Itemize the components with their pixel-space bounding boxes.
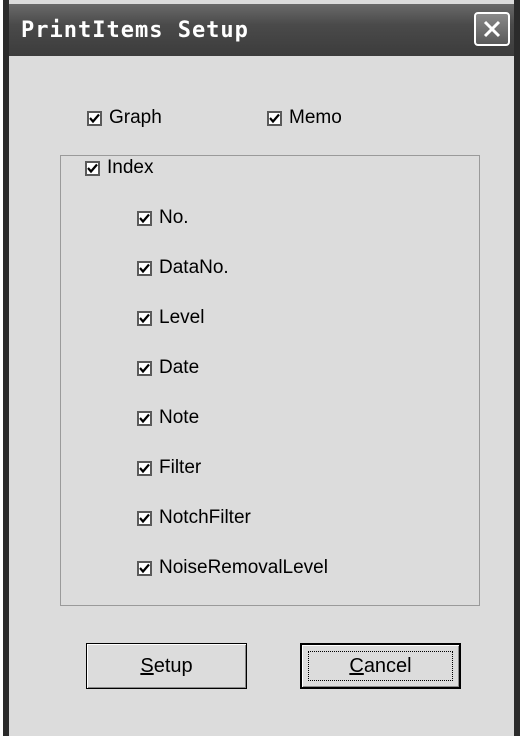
index-item-label: No. <box>159 207 189 228</box>
checkmark-icon <box>139 213 150 223</box>
checkmark-icon <box>139 463 150 473</box>
index-checkbox[interactable]: Index <box>85 157 160 179</box>
index-item-label: Date <box>159 357 200 378</box>
index-item-label: Level <box>159 307 205 328</box>
checkmark-icon <box>139 513 150 523</box>
checkmark-icon <box>139 263 150 273</box>
index-item-checkbox[interactable]: No. <box>137 207 189 229</box>
level-check-box[interactable] <box>137 310 152 326</box>
noiseremovallevel-check-box[interactable] <box>137 560 152 576</box>
index-item-checkbox[interactable]: Filter <box>137 457 202 479</box>
setup-button-label: Setup <box>140 655 192 678</box>
graph-label: Graph <box>109 107 162 128</box>
note-check-box[interactable] <box>137 410 152 426</box>
index-check-box[interactable] <box>85 160 100 176</box>
graph-checkbox[interactable]: Graph <box>87 107 162 129</box>
checkmark-icon <box>139 413 150 423</box>
checkmark-icon <box>139 313 150 323</box>
memo-label: Memo <box>289 107 342 128</box>
index-item-label: Note <box>159 407 200 428</box>
notchfilter-check-box[interactable] <box>137 510 152 526</box>
index-item-checkbox[interactable]: Note <box>137 407 200 429</box>
checkmark-icon <box>87 163 98 173</box>
focus-rectangle <box>308 651 453 681</box>
index-item-checkbox[interactable]: Level <box>137 307 205 329</box>
index-item-checkbox[interactable]: Date <box>137 357 200 379</box>
close-icon <box>483 20 501 38</box>
datano-check-box[interactable] <box>137 260 152 276</box>
index-item-checkbox[interactable]: DataNo. <box>137 257 229 279</box>
window-title: PrintItems Setup <box>21 18 249 43</box>
index-item-label: Filter <box>159 457 202 478</box>
date-check-box[interactable] <box>137 360 152 376</box>
index-group-box <box>60 155 480 606</box>
filter-check-box[interactable] <box>137 460 152 476</box>
memo-check-box[interactable] <box>267 110 282 126</box>
index-item-label: DataNo. <box>159 257 229 278</box>
index-item-checkbox[interactable]: NoiseRemovalLevel <box>137 557 328 579</box>
no-check-box[interactable] <box>137 210 152 226</box>
checkmark-icon <box>269 113 280 123</box>
close-button[interactable] <box>474 12 510 46</box>
title-bar[interactable]: PrintItems Setup <box>9 4 514 56</box>
index-item-label: NoiseRemovalLevel <box>159 557 328 578</box>
setup-label-rest: etup <box>153 654 193 677</box>
index-item-checkbox[interactable]: NotchFilter <box>137 507 251 529</box>
checkmark-icon <box>139 363 150 373</box>
graph-check-box[interactable] <box>87 110 102 126</box>
index-item-label: NotchFilter <box>159 507 251 528</box>
index-label: Index <box>107 157 154 178</box>
print-items-setup-dialog: PrintItems Setup Graph Memo Index No. Da… <box>3 0 520 736</box>
memo-checkbox[interactable]: Memo <box>267 107 342 129</box>
cancel-button[interactable]: Cancel <box>300 643 461 689</box>
setup-accel-key: S <box>140 654 154 677</box>
setup-button[interactable]: Setup <box>86 643 247 689</box>
checkmark-icon <box>139 563 150 573</box>
checkmark-icon <box>89 113 100 123</box>
